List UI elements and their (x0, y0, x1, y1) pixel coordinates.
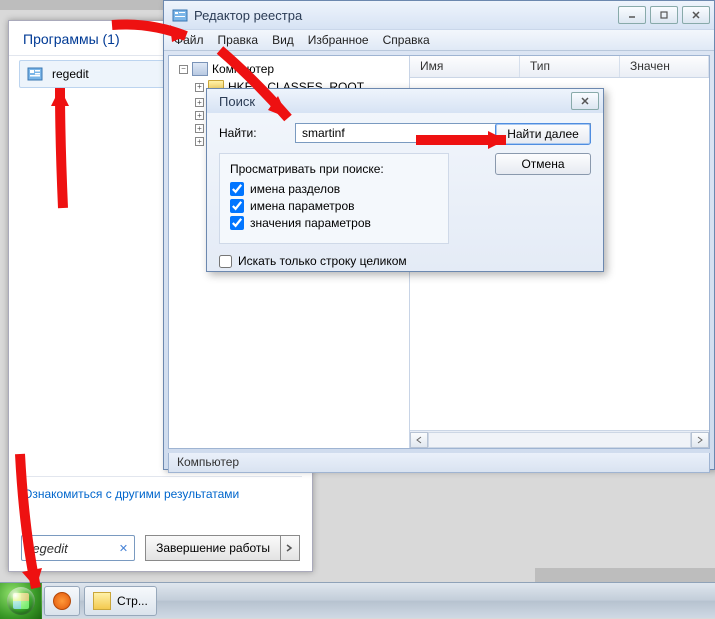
regedit-icon (26, 65, 44, 83)
checkbox[interactable] (219, 255, 232, 268)
expand-icon[interactable]: + (195, 83, 204, 92)
chk-keys[interactable]: имена разделов (230, 182, 438, 196)
checkbox[interactable] (230, 182, 244, 196)
chk-data[interactable]: значения параметров (230, 216, 438, 230)
shutdown-label[interactable]: Завершение работы (145, 535, 280, 561)
expand-icon[interactable]: + (195, 137, 204, 146)
regedit-icon (172, 7, 188, 23)
collapse-icon[interactable]: − (179, 65, 188, 74)
find-next-button[interactable]: Найти далее (495, 123, 591, 145)
list-header: Имя Тип Значен (410, 56, 709, 78)
scroll-right-button[interactable] (691, 432, 709, 448)
scrollbar-track[interactable] (428, 432, 691, 448)
cancel-button[interactable]: Отмена (495, 153, 591, 175)
clear-search-icon[interactable]: ✕ (119, 542, 128, 555)
menu-edit[interactable]: Правка (218, 33, 259, 47)
search-input[interactable] (28, 541, 110, 556)
col-name[interactable]: Имя (410, 56, 520, 77)
menu-bar: Файл Правка Вид Избранное Справка (164, 29, 714, 51)
computer-icon (192, 62, 208, 76)
divider (19, 476, 302, 477)
taskbar-button-explorer[interactable]: Стр... (84, 586, 157, 616)
search-scope-group: Просматривать при поиске: имена разделов… (219, 153, 449, 244)
expand-icon[interactable]: + (195, 124, 204, 133)
menu-view[interactable]: Вид (272, 33, 294, 47)
folder-icon (93, 592, 111, 610)
more-results-link[interactable]: Ознакомиться с другими результатами (23, 487, 239, 501)
window-title: Редактор реестра (194, 8, 618, 23)
chevron-right-icon (286, 544, 294, 552)
horizontal-scrollbar[interactable] (410, 430, 709, 448)
chk-whole-string[interactable]: Искать только строку целиком (219, 254, 591, 268)
titlebar[interactable]: Редактор реестра (164, 1, 714, 29)
close-button[interactable] (682, 6, 710, 24)
scroll-left-button[interactable] (410, 432, 428, 448)
checkbox[interactable] (230, 216, 244, 230)
minimize-button[interactable] (618, 6, 646, 24)
menu-file[interactable]: Файл (174, 33, 204, 47)
tree-root-label: Компьютер (212, 62, 274, 76)
expand-icon[interactable]: + (195, 98, 204, 107)
windows-logo-icon (7, 587, 35, 615)
tree-root[interactable]: − Компьютер (171, 60, 407, 78)
taskbar-button-firefox[interactable] (44, 586, 80, 616)
firefox-icon (53, 592, 71, 610)
maximize-button[interactable] (650, 6, 678, 24)
status-bar: Компьютер (168, 453, 710, 473)
menu-help[interactable]: Справка (383, 33, 430, 47)
shutdown-button[interactable]: Завершение работы (145, 535, 300, 561)
dialog-title: Поиск (215, 94, 571, 109)
taskbar: Стр... (0, 582, 715, 618)
checkbox[interactable] (230, 199, 244, 213)
col-value[interactable]: Значен (620, 56, 709, 77)
find-label: Найти: (219, 126, 283, 140)
taskbar-button-label: Стр... (117, 594, 148, 608)
shutdown-menu-arrow[interactable] (280, 535, 300, 561)
expand-icon[interactable]: + (195, 111, 204, 120)
close-button[interactable] (571, 92, 599, 110)
group-title: Просматривать при поиске: (230, 162, 438, 176)
start-button[interactable] (0, 583, 42, 619)
start-search-box[interactable]: ✕ (21, 535, 135, 561)
col-type[interactable]: Тип (520, 56, 620, 77)
chk-values[interactable]: имена параметров (230, 199, 438, 213)
find-dialog: Поиск Найти: Просматривать при поиске: и… (206, 88, 604, 272)
start-result-label: regedit (52, 67, 89, 81)
menu-favorites[interactable]: Избранное (308, 33, 369, 47)
